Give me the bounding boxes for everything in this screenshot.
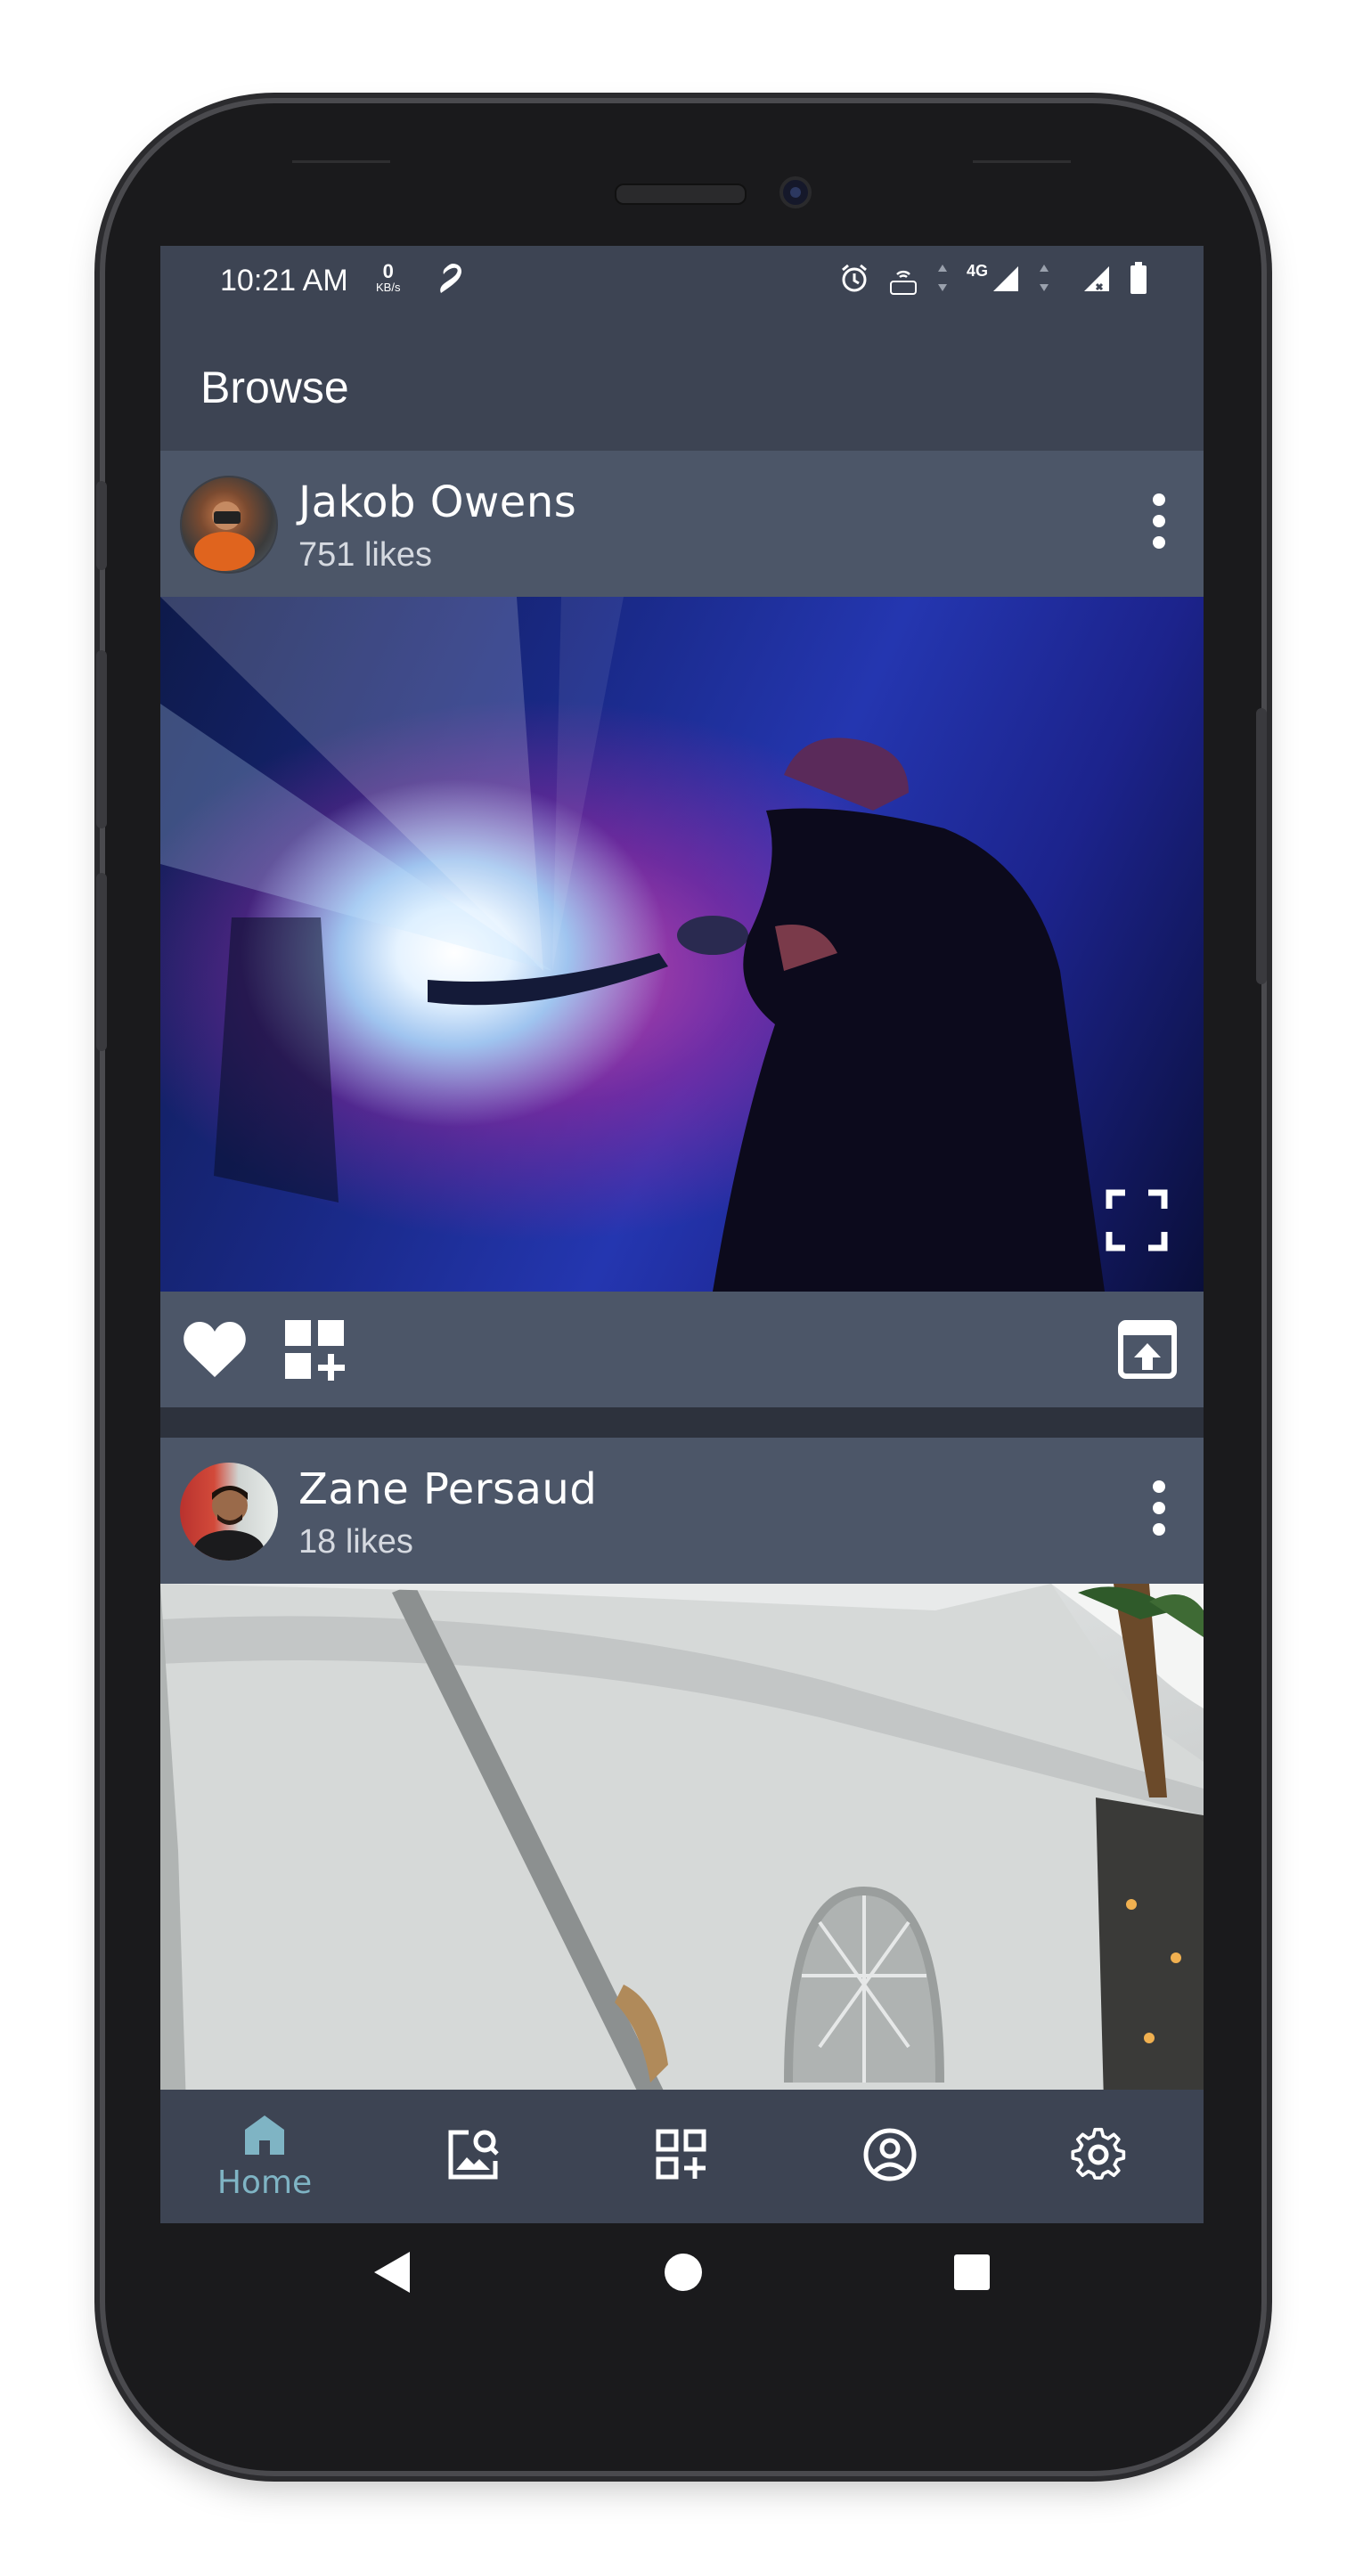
bottom-navigation: Home bbox=[160, 2090, 1204, 2223]
post-image[interactable] bbox=[160, 597, 1204, 1292]
account-circle-icon bbox=[862, 2127, 918, 2187]
phone-speaker bbox=[615, 183, 747, 205]
signal-no-service-icon bbox=[1081, 263, 1111, 298]
likes-count: 18 likes bbox=[298, 1523, 413, 1561]
nav-image-search[interactable] bbox=[369, 2090, 577, 2223]
likes-count: 751 likes bbox=[298, 536, 432, 574]
battery-icon bbox=[1129, 262, 1148, 298]
status-bar: 10:21 AM 0 KB/s 4G bbox=[160, 246, 1204, 317]
share-upload-icon[interactable] bbox=[1118, 1320, 1177, 1383]
post-divider bbox=[160, 1407, 1204, 1438]
home-circle-icon[interactable] bbox=[663, 2252, 704, 2297]
network-speed: 0 KB/s bbox=[376, 260, 401, 294]
status-icons: 4G bbox=[838, 262, 1148, 298]
phone-mute-switch bbox=[96, 481, 107, 570]
phone-sensor-left bbox=[292, 160, 390, 163]
recents-square-icon[interactable] bbox=[952, 2253, 992, 2296]
grid-add-icon bbox=[656, 2129, 707, 2185]
fullscreen-icon[interactable] bbox=[1106, 1189, 1168, 1256]
alarm-icon bbox=[838, 262, 870, 298]
phone-volume-down-button bbox=[96, 873, 107, 1051]
volte-icon bbox=[888, 265, 918, 296]
image-search-icon bbox=[445, 2127, 501, 2187]
avatar[interactable] bbox=[180, 1463, 278, 1561]
post-image[interactable] bbox=[160, 1584, 1204, 2090]
nav-settings[interactable] bbox=[994, 2090, 1203, 2223]
signal-strength-icon bbox=[990, 263, 1020, 298]
author-name[interactable]: Zane Persaud bbox=[298, 1464, 597, 1514]
back-triangle-icon[interactable] bbox=[372, 2250, 412, 2299]
system-navigation bbox=[160, 2223, 1204, 2321]
phone-volume-up-button bbox=[96, 650, 107, 828]
phone-sensor-right bbox=[973, 160, 1071, 163]
page-title: Browse bbox=[200, 363, 349, 412]
home-icon bbox=[241, 2112, 288, 2163]
nav-label: Home bbox=[216, 2164, 313, 2201]
nav-home[interactable]: Home bbox=[160, 2090, 369, 2223]
post-header: Zane Persaud 18 likes bbox=[160, 1438, 1204, 1584]
more-options-icon[interactable] bbox=[1150, 1480, 1168, 1543]
airtel-icon bbox=[428, 258, 469, 304]
avatar[interactable] bbox=[180, 476, 278, 574]
phone-screen: 10:21 AM 0 KB/s 4G Browse Jakob Owens 75… bbox=[160, 246, 1204, 2223]
settings-gear-icon bbox=[1071, 2127, 1126, 2187]
more-options-icon[interactable] bbox=[1150, 493, 1168, 556]
phone-camera bbox=[779, 176, 812, 208]
add-to-collection-icon[interactable] bbox=[285, 1320, 346, 1385]
phone-power-button bbox=[1256, 708, 1267, 984]
status-time: 10:21 AM bbox=[220, 264, 348, 298]
app-bar: Browse bbox=[160, 317, 1204, 451]
nav-profile[interactable] bbox=[786, 2090, 994, 2223]
data-arrows-icon-2 bbox=[1038, 263, 1050, 298]
post-actions bbox=[160, 1292, 1204, 1407]
author-name[interactable]: Jakob Owens bbox=[298, 477, 576, 527]
network-type: 4G bbox=[966, 262, 988, 280]
post-header: Jakob Owens 751 likes bbox=[160, 451, 1204, 597]
data-arrows-icon bbox=[936, 263, 949, 298]
feed[interactable]: Jakob Owens 751 likes Zane Persaud 18 li… bbox=[160, 451, 1204, 2090]
nav-collections[interactable] bbox=[577, 2090, 786, 2223]
like-heart-icon[interactable] bbox=[182, 1318, 248, 1383]
